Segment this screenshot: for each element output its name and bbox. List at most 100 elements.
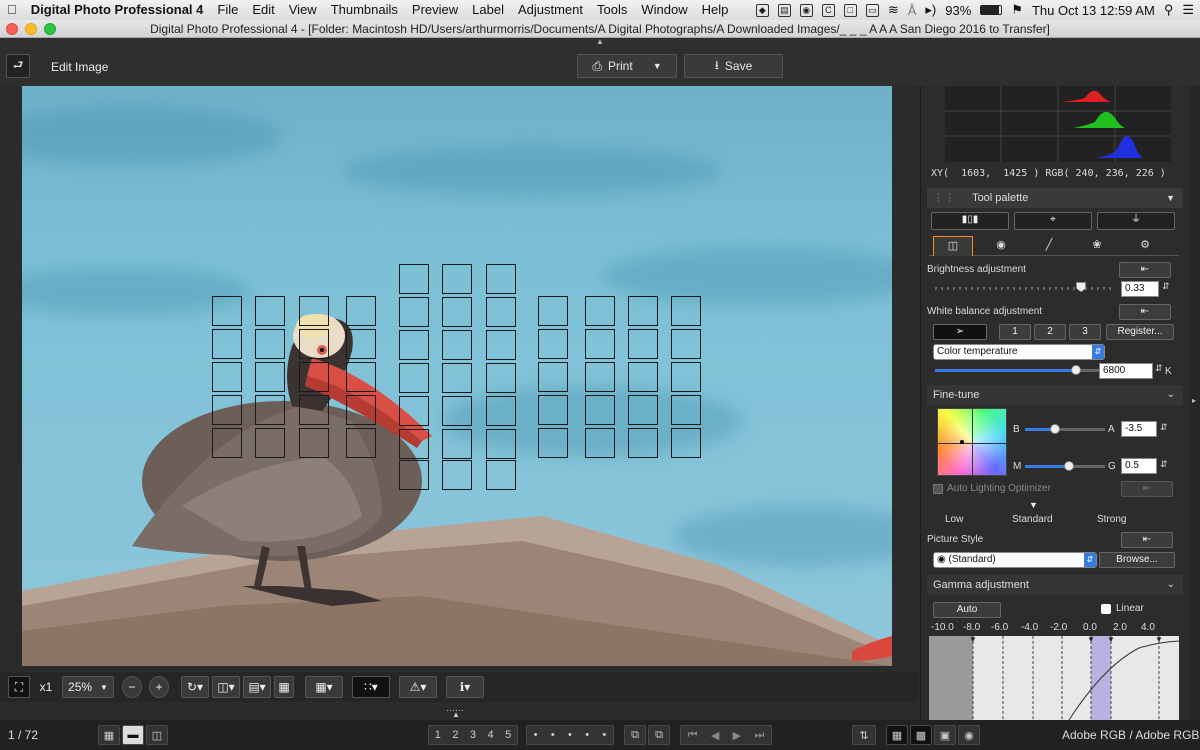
clock[interactable]: Thu Oct 13 12:59 AM — [1032, 3, 1155, 18]
wb-preset-1[interactable]: 1 — [999, 324, 1031, 340]
menu-preview[interactable]: Preview — [405, 0, 465, 20]
alo-low[interactable]: Low — [945, 514, 963, 525]
tab-color[interactable]: ❀ — [1077, 236, 1117, 256]
split-view-button[interactable]: ▤▾ — [243, 676, 271, 698]
gamma-auto-button[interactable]: Auto — [933, 602, 1001, 618]
close-window-button[interactable] — [6, 23, 18, 35]
tab-stamp[interactable]: ⏚ — [1097, 212, 1175, 230]
rating-3[interactable]: 3 — [470, 729, 476, 741]
collapse-toolbar-icon[interactable]: ▲ — [596, 37, 604, 46]
tab-detail[interactable]: ◉ — [981, 236, 1021, 256]
print-button[interactable]: ⎙ Print ▼ — [577, 54, 677, 78]
wb-temperature-track[interactable] — [935, 369, 1107, 372]
g-value[interactable]: 0.5 — [1121, 458, 1157, 474]
panel-splitter[interactable] — [910, 86, 920, 720]
battery-icon[interactable] — [980, 5, 1003, 15]
palette-toggle-3[interactable]: ▣ — [934, 725, 956, 745]
back-button[interactable]: ⮐ — [6, 54, 30, 78]
a-stepper[interactable]: ⇵ — [1160, 422, 1168, 433]
prev-image-icon[interactable]: ◀ — [711, 729, 719, 742]
menu-edit[interactable]: Edit — [245, 0, 281, 20]
label-dot-icon[interactable]: • — [585, 729, 589, 741]
spotlight-icon[interactable]: ⚲ — [1164, 2, 1174, 18]
alo-standard[interactable]: Standard — [1012, 514, 1053, 525]
wb-register-button[interactable]: Register... — [1106, 324, 1174, 340]
zoom-window-button[interactable] — [44, 23, 56, 35]
browse-button[interactable]: Browse... — [1099, 552, 1175, 568]
menu-help[interactable]: Help — [695, 0, 736, 20]
film-icon[interactable]: ▤ — [777, 3, 791, 17]
rating-2[interactable]: 2 — [452, 729, 458, 741]
notifications-icon[interactable]: ☰ — [1182, 2, 1194, 18]
display-icon[interactable]: ▭ — [865, 3, 879, 17]
first-image-icon[interactable]: ⏮ — [688, 729, 698, 742]
next-image-icon[interactable]: ▶ — [733, 729, 741, 742]
flag-icon[interactable]: ⚑ — [1011, 2, 1023, 18]
fine-tune-collapse-icon[interactable]: ⌄ — [1167, 385, 1175, 405]
dropbox-icon[interactable]: ◆ — [755, 3, 769, 17]
menu-tools[interactable]: Tools — [590, 0, 634, 20]
paste-recipe-button[interactable]: ⧉ — [648, 725, 670, 745]
gamma-collapse-icon[interactable]: ⌄ — [1167, 575, 1175, 595]
grid-overlay-button[interactable]: ▦▾ — [305, 676, 343, 698]
print-dropdown-icon[interactable]: ▼ — [653, 61, 662, 71]
af-points-button[interactable]: ∷▾ — [352, 676, 390, 698]
rating-5[interactable]: 5 — [505, 729, 511, 741]
zoom-in-button[interactable]: + — [149, 676, 169, 698]
last-image-icon[interactable]: ⏭ — [754, 729, 764, 742]
highlight-warning-button[interactable]: ⚠▾ — [399, 676, 437, 698]
tab-settings[interactable]: ⚙ — [1125, 236, 1165, 256]
menu-window[interactable]: Window — [634, 0, 694, 20]
alo-pointer-icon[interactable]: ▼ — [1029, 500, 1038, 510]
menu-label[interactable]: Label — [465, 0, 511, 20]
palette-toggle-1[interactable]: ▦ — [886, 725, 908, 745]
brightness-value[interactable]: 0.33 — [1121, 281, 1159, 297]
clipboard-icon[interactable]: □ — [843, 3, 857, 17]
a-value[interactable]: -3.5 — [1121, 421, 1157, 437]
zoom-select[interactable]: 25% ▼ — [62, 676, 114, 698]
info-button[interactable]: ℹ▾ — [446, 676, 484, 698]
apple-icon[interactable]:  — [0, 0, 24, 20]
tab-basic-tools[interactable]: ▮▯▮ — [931, 212, 1009, 230]
mg-slider-thumb[interactable] — [1064, 461, 1074, 471]
menu-app-name[interactable]: Digital Photo Professional 4 — [24, 0, 211, 20]
tool-palette-menu-icon[interactable]: ▼ — [1166, 188, 1175, 208]
menu-thumbnails[interactable]: Thumbnails — [324, 0, 405, 20]
gamma-header[interactable]: Gamma adjustment ⌄ — [927, 575, 1183, 595]
sort-button[interactable]: ⇅ — [852, 725, 876, 745]
picture-style-select[interactable]: ◉ (Standard) ⇵ — [933, 552, 1097, 568]
wifi-icon[interactable]: ≋ — [888, 2, 899, 18]
label-dot-icon[interactable]: • — [551, 729, 555, 741]
wb-preset-2[interactable]: 2 — [1034, 324, 1066, 340]
zoom-100-button[interactable]: x1 — [32, 676, 60, 698]
volume-icon[interactable]: ▸) — [925, 2, 936, 18]
wb-eyedropper-button[interactable]: ➢ — [933, 324, 987, 340]
rotate-button[interactable]: ↻▾ — [181, 676, 209, 698]
menu-adjustment[interactable]: Adjustment — [511, 0, 590, 20]
wb-temperature-value[interactable]: 6800 — [1099, 363, 1153, 379]
single-view-button[interactable]: ▬ — [122, 725, 144, 745]
wb-preset-3[interactable]: 3 — [1069, 324, 1101, 340]
alo-reset-button[interactable]: ⇤ — [1121, 481, 1173, 497]
brightness-stepper[interactable]: ⇵ — [1162, 281, 1170, 292]
label-dot-icon[interactable]: • — [602, 729, 606, 741]
filmstrip-view-button[interactable]: ◫ — [146, 725, 168, 745]
alo-checkbox[interactable] — [933, 484, 943, 494]
compare-button[interactable]: ◫▾ — [212, 676, 240, 698]
minimize-window-button[interactable] — [25, 23, 37, 35]
zoom-out-button[interactable]: − — [122, 676, 142, 698]
label-dot-icon[interactable]: • — [534, 729, 538, 741]
brightness-reset-button[interactable]: ⇤ — [1119, 262, 1171, 278]
wb-reset-button[interactable]: ⇤ — [1119, 304, 1171, 320]
fine-tune-header[interactable]: Fine-tune ⌄ — [927, 385, 1183, 405]
brightness-slider-thumb[interactable] — [1076, 282, 1087, 292]
menu-file[interactable]: File — [210, 0, 245, 20]
rating-4[interactable]: 4 — [488, 729, 494, 741]
label-dot-icon[interactable]: • — [568, 729, 572, 741]
g-stepper[interactable]: ⇵ — [1160, 459, 1168, 470]
copy-recipe-button[interactable]: ⧉ — [624, 725, 646, 745]
c-icon[interactable]: C — [821, 3, 835, 17]
image-preview[interactable] — [22, 86, 892, 666]
tab-basic-adjust[interactable]: ◫ — [933, 236, 973, 256]
ba-track[interactable] — [1025, 428, 1105, 431]
